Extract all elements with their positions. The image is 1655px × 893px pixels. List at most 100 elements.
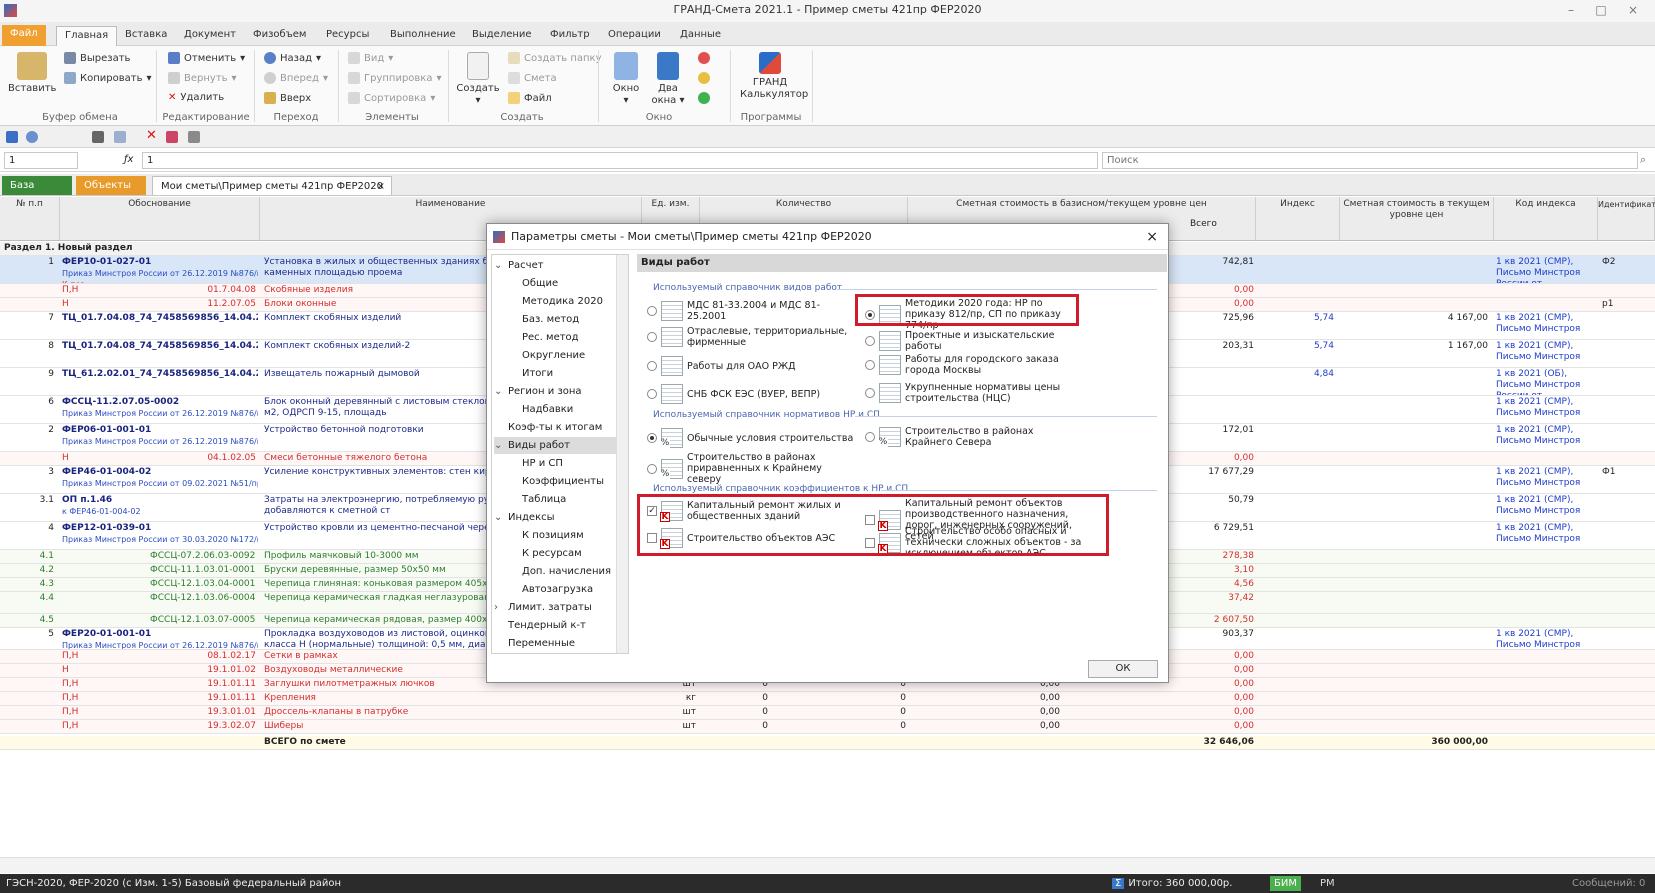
create-button[interactable]: Создать ▾ xyxy=(456,52,500,107)
radio-button[interactable] xyxy=(865,336,875,346)
redo-button[interactable]: Вернуть ▾ xyxy=(168,72,237,84)
grid-small-icon[interactable] xyxy=(114,131,126,143)
search-icon[interactable]: ⌕ xyxy=(1640,153,1646,167)
calc-small-icon[interactable] xyxy=(92,131,104,143)
save-icon[interactable] xyxy=(6,131,18,143)
radio-button[interactable] xyxy=(647,361,657,371)
bim-badge[interactable]: БИМ xyxy=(1270,876,1301,891)
cell-reference-field[interactable]: 1 xyxy=(4,152,78,169)
tree-item[interactable]: Тендерный к-т xyxy=(494,617,586,634)
tree-item[interactable]: Общие xyxy=(522,275,558,292)
radio-option[interactable]: % Строительство в районах приравненных к … xyxy=(647,452,857,485)
minimize-icon[interactable]: – xyxy=(1557,0,1585,20)
tab-filter[interactable]: Фильтр xyxy=(542,26,598,46)
tree-item[interactable]: › Лимит. затраты xyxy=(494,599,592,616)
radio-option[interactable]: % Обычные условия строительства xyxy=(647,428,857,449)
tree-item[interactable]: НР и СП xyxy=(522,455,563,472)
tree-item[interactable]: ⌄ Расчет xyxy=(494,257,544,274)
radio-option[interactable]: % Строительство в районах Крайнего Севера xyxy=(865,426,1075,448)
tab-resources[interactable]: Ресурсы xyxy=(318,26,377,46)
tab-file[interactable]: Файл xyxy=(2,25,46,46)
radio-button[interactable] xyxy=(647,306,657,316)
tree-item[interactable]: Доп. начисления xyxy=(522,563,611,580)
horizontal-scrollbar[interactable] xyxy=(0,857,1655,873)
radio-option[interactable]: Укрупненные нормативы цены строительства… xyxy=(865,382,1075,404)
radio-option[interactable]: Проектные и изыскательские работы xyxy=(865,330,1075,352)
tree-item[interactable]: Переменные xyxy=(494,635,575,652)
tree-item[interactable]: ⌄ Виды работ xyxy=(494,437,618,454)
tree-item[interactable]: Таблица xyxy=(522,491,566,508)
undo-small-icon[interactable] xyxy=(26,131,38,143)
col-basis[interactable]: Обоснование xyxy=(60,197,260,241)
col-index-code[interactable]: Код индекса xyxy=(1494,197,1598,241)
grand-calculator-button[interactable]: ГРАНД Калькулятор xyxy=(740,52,808,101)
tree-item[interactable]: К позициям xyxy=(522,527,584,544)
col-num[interactable]: № п.п xyxy=(0,197,60,241)
view-button[interactable]: Вид ▾ xyxy=(348,52,393,64)
two-windows-button[interactable]: Два окна ▾ xyxy=(648,52,688,107)
radio-option[interactable]: СНБ ФСК ЕЭС (ВУЕР, ВЕПР) xyxy=(647,384,857,404)
window-button[interactable]: Окно ▾ xyxy=(606,52,646,107)
tree-item[interactable]: Методика 2020 xyxy=(522,293,603,310)
back-button[interactable]: Назад ▾ xyxy=(264,52,321,64)
total-row[interactable]: ВСЕГО по смете 32 646,06 360 000,00 xyxy=(0,736,1655,750)
radio-option[interactable]: МДС 81-33.2004 и МДС 81-25.2001 xyxy=(647,300,857,322)
close-icon[interactable]: × xyxy=(1619,0,1647,20)
tree-item[interactable]: Коэффициенты xyxy=(522,473,604,490)
file-button[interactable]: Файл xyxy=(508,92,552,104)
export-icon[interactable] xyxy=(188,131,200,143)
radio-button[interactable] xyxy=(647,389,657,399)
tab-home[interactable]: Главная xyxy=(56,26,118,46)
col-ident[interactable]: Идентификатор xyxy=(1598,197,1655,241)
radio-button[interactable] xyxy=(647,433,657,443)
maximize-icon[interactable]: □ xyxy=(1587,0,1615,20)
search-input[interactable] xyxy=(1102,152,1638,169)
radio-button[interactable] xyxy=(865,388,875,398)
tab-document[interactable]: Документ xyxy=(176,26,244,46)
table-row[interactable]: П,Н 19.1.01.11 Крепления кг 0 0 0,00 0,00 xyxy=(0,692,1655,706)
formula-input[interactable]: 1 xyxy=(142,152,1098,169)
tree-item[interactable]: Рес. метод xyxy=(522,329,579,346)
table-row[interactable]: П,Н 19.3.01.01 Дроссель-клапаны в патрубке… xyxy=(0,706,1655,720)
table-row[interactable]: П,Н 19.3.02.07 Шиберы шт 0 0 0,00 0,00 xyxy=(0,720,1655,734)
pm-badge[interactable]: РМ xyxy=(1320,874,1335,893)
tree-scrollbar[interactable] xyxy=(616,255,628,653)
col-index[interactable]: Индекс xyxy=(1256,197,1340,241)
radio-button[interactable] xyxy=(865,360,875,370)
radio-button[interactable] xyxy=(647,332,657,342)
tab-base[interactable]: База xyxy=(2,176,72,195)
tree-item[interactable]: Округление xyxy=(522,347,585,364)
sorting-button[interactable]: Сортировка ▾ xyxy=(348,92,435,104)
tab-insert[interactable]: Вставка xyxy=(117,26,175,46)
tree-item[interactable]: Коэф-ты к итогам xyxy=(494,419,602,436)
close-tab-icon[interactable]: × xyxy=(377,177,385,196)
tab-execution[interactable]: Выполнение xyxy=(382,26,464,46)
cut-button[interactable]: Вырезать xyxy=(64,52,130,64)
tree-item[interactable]: К ресурсам xyxy=(522,545,582,562)
forward-button[interactable]: Вперед ▾ xyxy=(264,72,328,84)
up-button[interactable]: Вверх xyxy=(264,92,311,104)
tree-item[interactable]: ⌄ Индексы xyxy=(494,509,555,526)
pin-red-icon[interactable] xyxy=(698,52,710,64)
grouping-button[interactable]: Группировка ▾ xyxy=(348,72,442,84)
tab-data[interactable]: Данные xyxy=(672,26,729,46)
status-messages[interactable]: Сообщений: 0 xyxy=(1572,874,1645,893)
tab-selection[interactable]: Выделение xyxy=(464,26,540,46)
pin-yellow-icon[interactable] xyxy=(698,72,710,84)
tab-operations[interactable]: Операции xyxy=(600,26,669,46)
tab-current-estimate[interactable]: Мои сметы\Пример сметы 421пр ФЕР2020 × xyxy=(152,176,392,195)
radio-button[interactable] xyxy=(865,432,875,442)
delete-button[interactable]: ✕ Удалить xyxy=(168,92,224,103)
tree-item[interactable]: Итоги xyxy=(522,365,553,382)
copy-button[interactable]: Копировать ▾ xyxy=(64,72,152,84)
tab-physvolume[interactable]: Физобъем xyxy=(245,26,314,46)
print-icon[interactable] xyxy=(166,131,178,143)
radio-button[interactable] xyxy=(647,463,657,474)
tree-item[interactable]: Баз. метод xyxy=(522,311,579,328)
radio-option[interactable]: Работы для ОАО РЖД xyxy=(647,356,857,376)
create-folder-button[interactable]: Создать папку xyxy=(508,52,602,64)
undo-button[interactable]: Отменить ▾ xyxy=(168,52,245,64)
tree-item[interactable]: ⌄ Регион и зона xyxy=(494,383,582,400)
radio-option[interactable]: Работы для городского заказа города Моск… xyxy=(865,354,1075,376)
tree-item[interactable]: Автозагрузка xyxy=(522,581,593,598)
